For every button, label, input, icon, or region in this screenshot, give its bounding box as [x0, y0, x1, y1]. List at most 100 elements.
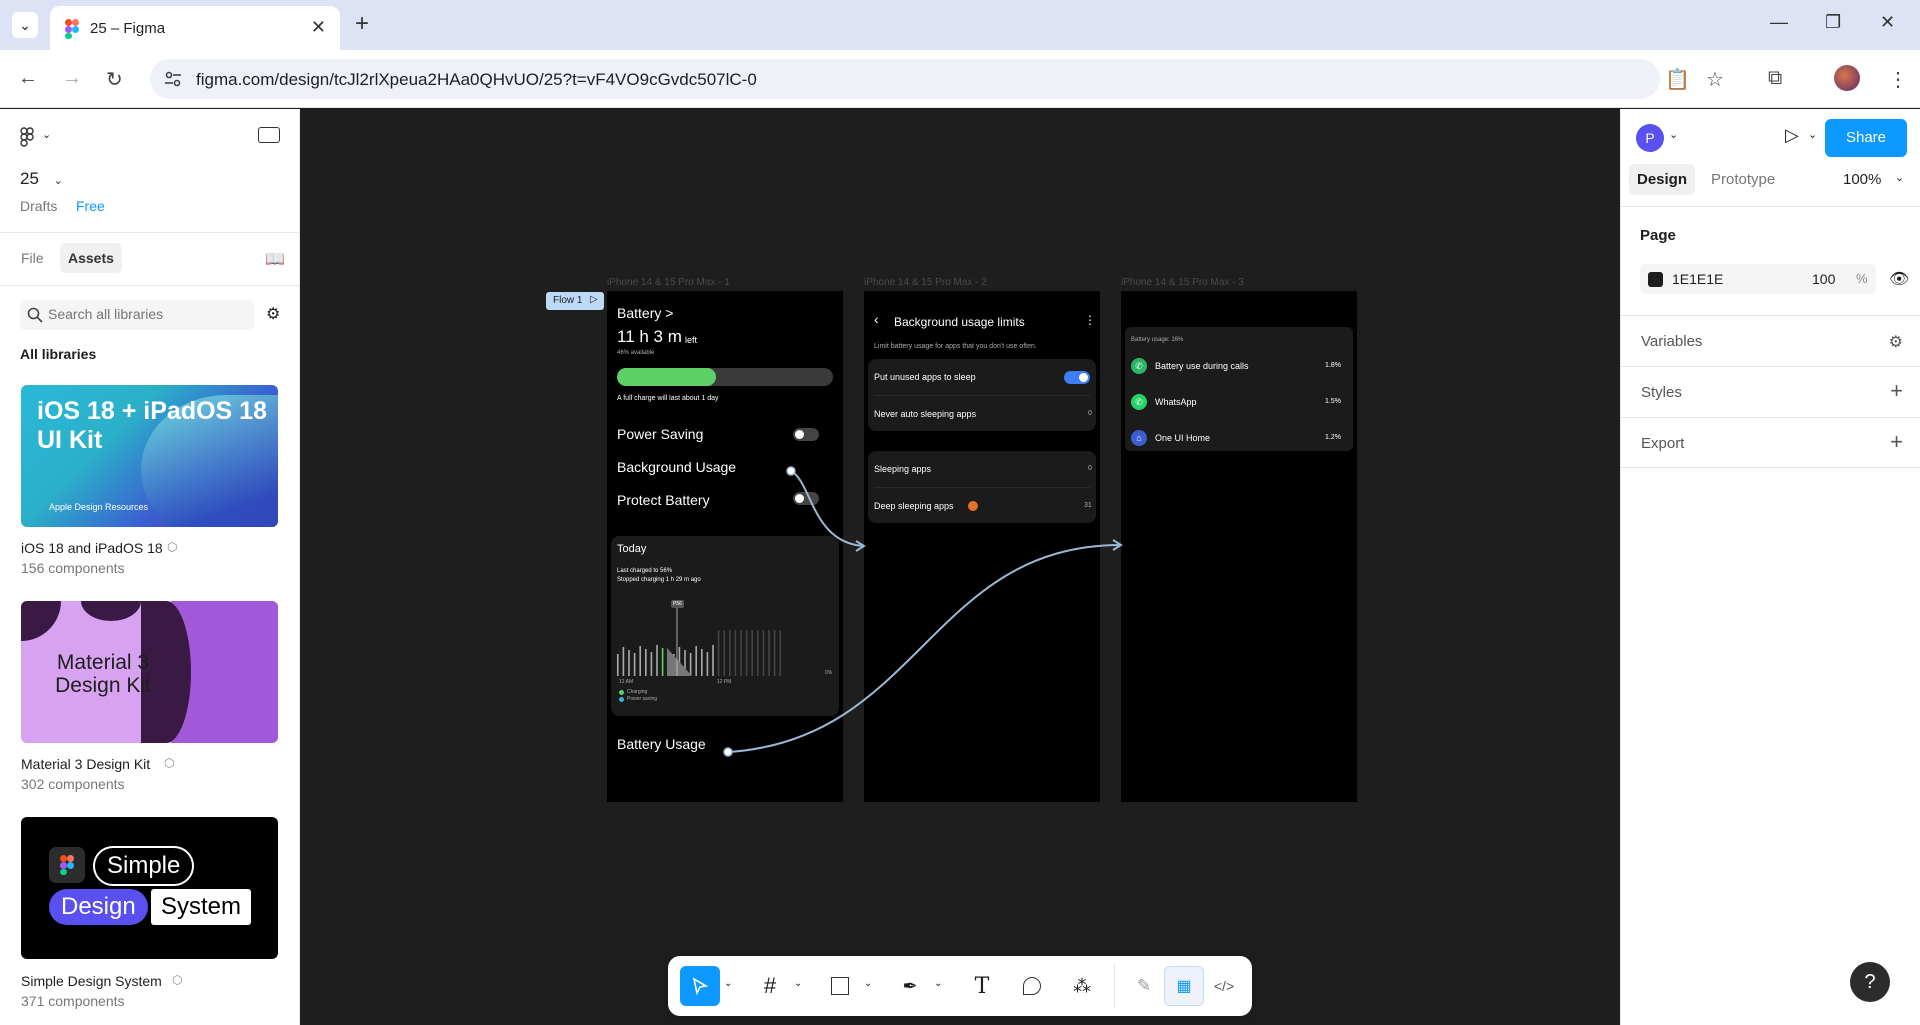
- text-tool[interactable]: T: [962, 966, 1002, 1006]
- library-count: 156 components: [21, 560, 125, 576]
- library-name[interactable]: Simple Design System: [21, 973, 162, 989]
- chevron-down-icon[interactable]: ⌄: [934, 978, 942, 989]
- power-saving-toggle[interactable]: [793, 428, 819, 441]
- library-name[interactable]: Material 3 Design Kit: [21, 756, 150, 772]
- today-card: Today Last charged to 56% Stopped chargi…: [611, 536, 839, 716]
- color-hex[interactable]: 1E1E1E: [1672, 271, 1723, 287]
- share-button[interactable]: Share: [1825, 119, 1907, 157]
- tab-design[interactable]: Design: [1629, 164, 1696, 195]
- tab-title: 25 – Figma: [90, 20, 166, 37]
- card-divider: [874, 395, 1090, 396]
- forward-icon[interactable]: →: [62, 67, 82, 90]
- close-window-icon[interactable]: ✕: [1880, 12, 1895, 33]
- export-section[interactable]: Export +: [1621, 417, 1920, 468]
- url-field[interactable]: figma.com/design/tcJl2rlXpeua2HAa0QHvUO/…: [150, 59, 1660, 99]
- browser-tab[interactable]: 25 – Figma ✕: [50, 6, 340, 50]
- styles-section[interactable]: Styles +: [1621, 366, 1920, 417]
- clipboard-icon[interactable]: 📋: [1665, 67, 1690, 92]
- styles-label: Styles: [1641, 384, 1682, 401]
- divider: [0, 285, 300, 286]
- color-opacity[interactable]: 100: [1812, 271, 1835, 287]
- legend-charging: Charging: [627, 689, 648, 695]
- library-component-icon: ⬡: [167, 540, 178, 554]
- help-button[interactable]: ?: [1850, 962, 1890, 1002]
- usage-chart: [617, 608, 781, 676]
- frame-tool[interactable]: #: [750, 966, 790, 1006]
- close-tab-icon[interactable]: ✕: [311, 17, 326, 38]
- search-libraries[interactable]: [20, 300, 254, 330]
- phone-frame-3[interactable]: Battery usage: 16% ✆ Battery use during …: [1121, 291, 1357, 802]
- flow-starting-point[interactable]: Flow 1 ▷: [546, 292, 604, 310]
- add-export-icon[interactable]: +: [1890, 429, 1903, 455]
- tab-list-button[interactable]: ⌄: [12, 12, 38, 38]
- plan-badge[interactable]: Free: [76, 198, 105, 214]
- battery-usage-list: Battery usage: 16% ✆ Battery use during …: [1125, 327, 1353, 451]
- chevron-down-icon[interactable]: ⌄: [864, 978, 872, 989]
- dev-mode[interactable]: </>: [1204, 966, 1244, 1006]
- library-name[interactable]: iOS 18 and iPadOS 18: [21, 540, 163, 556]
- drafts-label[interactable]: Drafts: [20, 198, 57, 214]
- comment-tool[interactable]: [1012, 966, 1052, 1006]
- extensions-icon[interactable]: ⧉: [1768, 67, 1782, 90]
- frame-label[interactable]: iPhone 14 & 15 Pro Max - 1: [607, 277, 730, 288]
- profile-avatar[interactable]: [1834, 65, 1860, 91]
- color-swatch[interactable]: [1648, 272, 1663, 287]
- phone-frame-1[interactable]: Battery > 11 h 3 m left 46% available A …: [607, 291, 843, 802]
- reload-icon[interactable]: ↻: [106, 67, 123, 92]
- new-tab-icon[interactable]: +: [355, 10, 369, 38]
- tab-prototype[interactable]: Prototype: [1711, 171, 1775, 188]
- variables-settings-icon[interactable]: ⚙: [1889, 332, 1903, 352]
- app-row[interactable]: ✆ Battery use during calls 1.8%: [1131, 354, 1347, 380]
- search-input[interactable]: [48, 306, 248, 322]
- site-info-icon[interactable]: [164, 71, 182, 87]
- back-icon[interactable]: ←: [18, 67, 38, 90]
- usage-bar: [729, 630, 731, 676]
- user-avatar[interactable]: P: [1636, 124, 1664, 152]
- chevron-down-icon[interactable]: ⌄: [1895, 171, 1904, 184]
- page-color-field[interactable]: 1E1E1E 100 %: [1640, 264, 1876, 294]
- toggle-sidebar-icon[interactable]: [258, 127, 280, 143]
- library-thumbnail-simple[interactable]: Simple Design System: [21, 817, 278, 959]
- chevron-down-icon[interactable]: ⌄: [794, 978, 802, 989]
- chevron-down-icon[interactable]: ⌄: [1669, 128, 1678, 141]
- minimize-icon[interactable]: —: [1770, 12, 1788, 33]
- protect-battery-toggle[interactable]: [793, 492, 819, 505]
- tab-file[interactable]: File: [21, 250, 44, 266]
- frame-label[interactable]: iPhone 14 & 15 Pro Max - 3: [1121, 277, 1244, 288]
- library-thumbnail-ios[interactable]: iOS 18 + iPadOS 18 UI Kit Apple Design R…: [21, 385, 278, 527]
- chevron-down-icon[interactable]: ⌄: [1808, 128, 1817, 141]
- battery-bar-fill: [617, 368, 717, 386]
- shape-tool[interactable]: [820, 966, 860, 1006]
- browser-menu-icon[interactable]: ⋮: [1888, 67, 1908, 92]
- sleeping-apps-label: Sleeping apps: [874, 464, 932, 474]
- restore-icon[interactable]: ❐: [1825, 12, 1841, 33]
- variables-section[interactable]: Variables ⚙: [1621, 315, 1920, 366]
- library-thumbnail-material[interactable]: Material 3 Design Kit: [21, 601, 278, 743]
- main-menu-button[interactable]: ⌄: [20, 127, 56, 149]
- thumb-word: System: [151, 889, 252, 925]
- chevron-down-icon[interactable]: ⌄: [724, 978, 732, 989]
- move-tool[interactable]: [680, 966, 720, 1006]
- file-name[interactable]: 25 ⌄: [20, 169, 63, 189]
- visibility-eye-icon[interactable]: 👁: [1889, 269, 1909, 289]
- bookmark-star-icon[interactable]: ☆: [1706, 67, 1724, 92]
- library-book-icon[interactable]: 📖: [265, 249, 285, 269]
- phone-frame-2[interactable]: ‹ Background usage limits ⋮ Limit batter…: [864, 291, 1100, 802]
- present-play-icon[interactable]: ▷: [1785, 125, 1799, 146]
- actions-tool[interactable]: ⁂: [1062, 966, 1102, 1006]
- usage-bar: [757, 630, 759, 676]
- app-row[interactable]: ✆ WhatsApp 1.5%: [1131, 390, 1347, 416]
- put-unused-toggle[interactable]: [1064, 371, 1090, 384]
- pen-tool[interactable]: ✒: [890, 966, 930, 1006]
- left-suffix: left: [685, 335, 698, 345]
- add-style-icon[interactable]: +: [1890, 378, 1903, 404]
- figma-logo-icon: [49, 847, 85, 883]
- filter-settings-icon[interactable]: ⚙: [266, 304, 280, 324]
- draw-mode[interactable]: ✎: [1124, 966, 1164, 1006]
- zoom-level[interactable]: 100%: [1843, 171, 1881, 188]
- design-mode[interactable]: ▦: [1164, 966, 1204, 1006]
- right-panel: P ⌄ ▷ ⌄ Share Design Prototype 100% ⌄ Pa…: [1620, 109, 1920, 1025]
- tab-assets[interactable]: Assets: [60, 243, 122, 273]
- app-row[interactable]: ⌂ One UI Home 1.2%: [1131, 426, 1347, 452]
- frame-label[interactable]: iPhone 14 & 15 Pro Max - 2: [864, 277, 987, 288]
